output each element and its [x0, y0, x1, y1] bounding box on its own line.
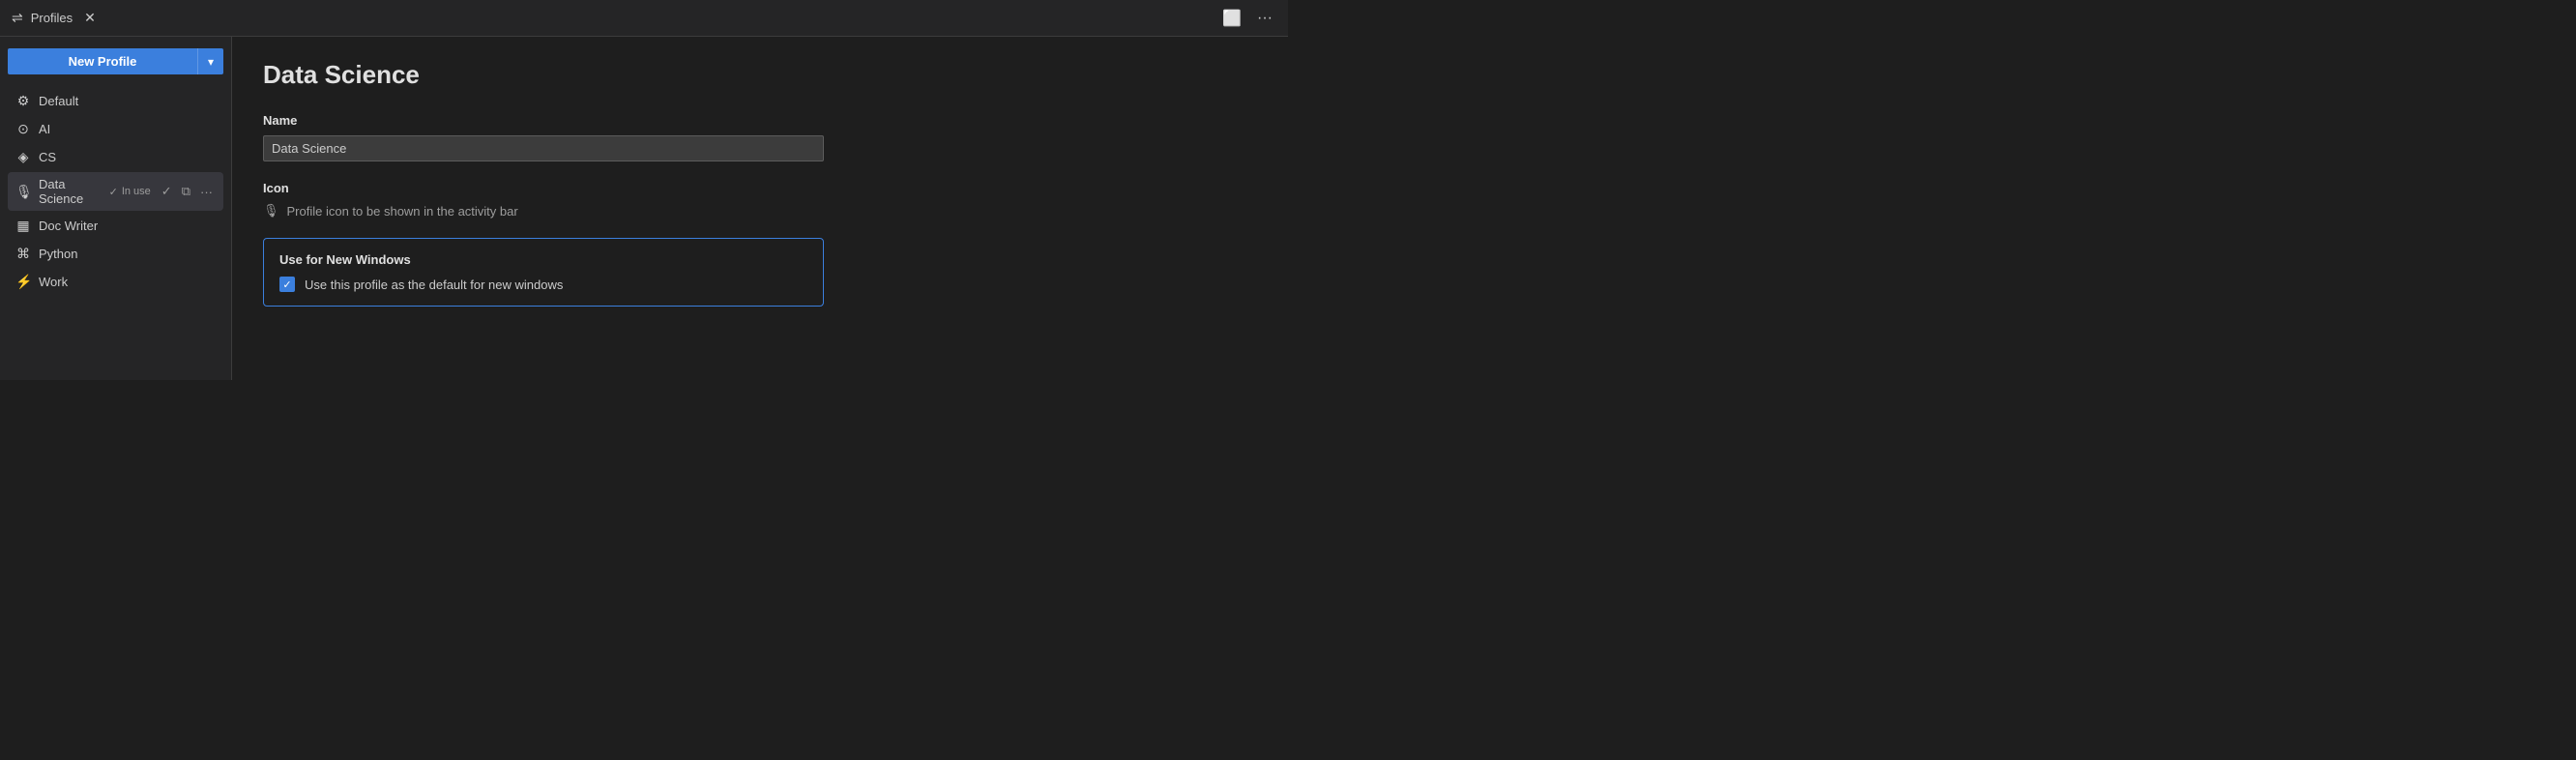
profile-name-ai: AI [39, 122, 216, 136]
use-for-new-windows-title: Use for New Windows [279, 252, 807, 267]
gear-icon: ⚙ [15, 93, 31, 109]
name-label: Name [263, 113, 1257, 128]
new-profile-button[interactable]: New Profile [8, 48, 197, 74]
profile-name-python: Python [39, 247, 216, 261]
close-button[interactable]: ✕ [80, 8, 100, 28]
in-use-label: In use [122, 186, 151, 197]
use-for-new-windows-section: Use for New Windows Use this profile as … [263, 238, 824, 307]
profile-name-data-science: Data Science [39, 177, 102, 206]
sidebar-item-default[interactable]: ⚙ Default [8, 88, 223, 114]
profiles-icon: ⇌ [12, 10, 23, 26]
icon-section: Icon 🎙 Profile icon to be shown in the a… [263, 181, 1257, 219]
sidebar-item-work[interactable]: ⚡ Work [8, 269, 223, 295]
sidebar-item-doc-writer[interactable]: ▦ Doc Writer [8, 213, 223, 239]
table-icon: ▦ [15, 218, 31, 234]
set-active-icon[interactable]: ✓ [159, 182, 175, 201]
name-input[interactable] [263, 135, 824, 161]
profile-name-default: Default [39, 94, 216, 108]
profile-name-doc-writer: Doc Writer [39, 219, 216, 233]
checkbox-checked-icon[interactable] [279, 277, 295, 292]
profile-name-cs: CS [39, 150, 216, 164]
new-window-icon[interactable]: ⧉ [179, 182, 193, 201]
mic-icon: 🎙 [15, 184, 31, 200]
sidebar-item-cs[interactable]: ◈ CS [8, 144, 223, 170]
robot-icon: ⊙ [15, 121, 31, 137]
more-options-icon[interactable]: ··· [1253, 8, 1276, 29]
icon-display: 🎙 Profile icon to be shown in the activi… [263, 203, 1257, 219]
name-section: Name [263, 113, 1257, 161]
dropdown-chevron-icon: ▾ [208, 55, 214, 69]
python-icon: ⌘ [15, 246, 31, 262]
layout-icon[interactable]: ⬜ [1218, 7, 1245, 30]
in-use-badge: ✓ In use [109, 186, 151, 198]
checkmark-icon: ✓ [109, 186, 118, 198]
checkbox-row[interactable]: Use this profile as the default for new … [279, 277, 807, 292]
profile-name-work: Work [39, 275, 216, 289]
page-title: Data Science [263, 60, 1257, 90]
new-profile-btn-container: New Profile ▾ [8, 48, 223, 74]
checkbox-label: Use this profile as the default for new … [305, 278, 563, 292]
sidebar: New Profile ▾ ⚙ Default ⊙ AI ◈ CS 🎙 Data… [0, 37, 232, 380]
sidebar-item-ai[interactable]: ⊙ AI [8, 116, 223, 142]
sidebar-item-data-science[interactable]: 🎙 Data Science ✓ In use ✓ ⧉ ··· [8, 172, 223, 211]
title-bar-title: Profiles [31, 11, 73, 25]
bolt-icon: ⚡ [15, 274, 31, 290]
icon-label: Icon [263, 181, 1257, 195]
content-area: Data Science Name Icon 🎙 Profile icon to… [232, 37, 1288, 380]
icon-description: Profile icon to be shown in the activity… [287, 204, 518, 219]
sidebar-item-python[interactable]: ⌘ Python [8, 241, 223, 267]
mic-profile-icon: 🎙 [263, 203, 279, 219]
new-profile-dropdown-button[interactable]: ▾ [197, 48, 223, 74]
main-container: New Profile ▾ ⚙ Default ⊙ AI ◈ CS 🎙 Data… [0, 37, 1288, 380]
profile-actions: ✓ ⧉ ··· [159, 182, 216, 201]
title-bar: ⇌ Profiles ✕ ⬜ ··· [0, 0, 1288, 37]
more-icon[interactable]: ··· [197, 183, 216, 201]
shield-icon: ◈ [15, 149, 31, 165]
title-bar-right: ⬜ ··· [1218, 7, 1276, 30]
title-bar-left: ⇌ Profiles ✕ [12, 8, 100, 28]
